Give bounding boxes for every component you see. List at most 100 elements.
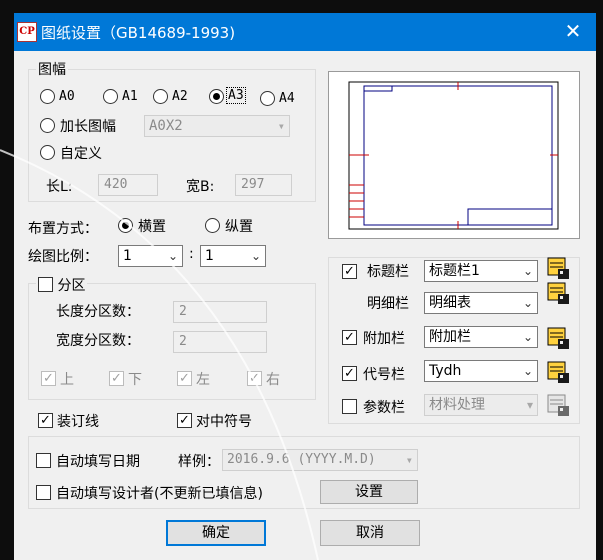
chevron-down-icon: ⌄ [522, 296, 533, 310]
label-custom: 自定义 [60, 146, 102, 162]
radio-landscape[interactable] [118, 218, 133, 233]
title-bar[interactable]: CP 图纸设置（GB14689-1993) ✕ [14, 13, 596, 51]
label-a1: A1 [122, 89, 138, 104]
sheet-preview [328, 71, 580, 239]
scale-left-value: 1 [123, 248, 132, 264]
radio-a0[interactable] [40, 89, 55, 104]
param-block-select[interactable]: 材料处理 ▾ [424, 394, 538, 416]
scale-label: 绘图比例： [28, 249, 98, 265]
title-block-label: 标题栏 [367, 264, 409, 280]
chevron-down-icon: ⌄ [167, 249, 178, 263]
table-edit-icon [547, 327, 569, 349]
zones-label: 分区 [57, 278, 86, 294]
label-a2: A2 [172, 89, 188, 104]
code-block-checkbox[interactable]: ✓ [342, 366, 357, 381]
radio-a4[interactable] [260, 91, 275, 106]
auto-designer-label: 自动填写设计者(不更新已填信息) [56, 486, 263, 502]
app-logo-icon: CP [17, 22, 37, 42]
table-edit-icon [547, 257, 569, 279]
auto-designer-checkbox[interactable] [36, 485, 51, 500]
chevron-down-icon: ⌄ [522, 264, 533, 278]
date-format-select[interactable]: 2016.9.6 (YYYY.M.D) ▾ [222, 449, 418, 471]
preview-title-block [467, 208, 553, 226]
center-mark-label: 对中符号 [196, 414, 252, 430]
zones-legend: 分区 [36, 275, 88, 295]
ok-button[interactable]: 确定 [166, 520, 266, 546]
cancel-button[interactable]: 取消 [320, 520, 420, 546]
table-edit-icon [547, 361, 569, 383]
radio-extended[interactable] [40, 118, 55, 133]
date-format-value: 2016.9.6 (YYYY.M.D) [227, 452, 376, 467]
extended-size-value: A0X2 [149, 118, 183, 134]
close-icon: ✕ [564, 19, 582, 43]
radio-custom[interactable] [40, 145, 55, 160]
detail-block-label: 明细栏 [367, 296, 409, 312]
code-block-value: Tydh [429, 363, 462, 379]
detail-block-value: 明细表 [429, 295, 471, 311]
chevron-down-icon: ▾ [405, 453, 413, 467]
param-block-value: 材料处理 [429, 397, 485, 413]
table-edit-icon [547, 282, 569, 304]
close-button[interactable]: ✕ [550, 13, 596, 51]
zone-bottom-checkbox[interactable]: ✓ [109, 371, 124, 386]
preview-drawing [348, 81, 559, 230]
preview-outer-border [348, 81, 559, 230]
width-label: 宽B: [186, 179, 215, 195]
zones-checkbox[interactable] [38, 277, 53, 292]
radio-a1[interactable] [103, 89, 118, 104]
zone-right-label: 右 [266, 372, 280, 388]
label-a3: A3 [226, 87, 246, 104]
preview-inner-frame [363, 85, 553, 226]
detail-block-edit-button[interactable] [547, 282, 571, 306]
zone-length-input[interactable]: 2 [173, 301, 267, 323]
code-block-edit-button[interactable] [547, 361, 571, 385]
scale-left-select[interactable]: 1 ⌄ [118, 245, 183, 267]
zone-left-checkbox[interactable]: ✓ [177, 371, 192, 386]
layout-label: 布置方式： [28, 221, 98, 237]
param-block-edit-button[interactable] [547, 394, 571, 418]
settings-button[interactable]: 设置 [320, 480, 418, 504]
param-block-checkbox[interactable] [342, 399, 357, 414]
zone-top-checkbox[interactable]: ✓ [41, 371, 56, 386]
length-input[interactable]: 420 [98, 174, 158, 196]
preview-code-block [363, 85, 393, 92]
extended-size-select[interactable]: A0X2 ▾ [144, 115, 290, 137]
table-edit-icon [547, 394, 569, 416]
zone-length-label: 长度分区数： [56, 304, 140, 320]
detail-block-select[interactable]: 明细表 ⌄ [424, 292, 538, 314]
zone-right-checkbox[interactable]: ✓ [247, 371, 262, 386]
zone-width-input[interactable]: 2 [173, 331, 267, 353]
radio-a2[interactable] [153, 89, 168, 104]
title-block-select[interactable]: 标题栏1 ⌄ [424, 260, 538, 282]
extra-block-label: 附加栏 [363, 331, 405, 347]
code-block-select[interactable]: Tydh ⌄ [424, 360, 538, 382]
auto-date-label: 自动填写日期 [56, 454, 140, 470]
radio-portrait[interactable] [205, 218, 220, 233]
window-title: 图纸设置（GB14689-1993) [41, 24, 236, 42]
extra-block-checkbox[interactable]: ✓ [342, 330, 357, 345]
extra-block-edit-button[interactable] [547, 327, 571, 351]
drawing-settings-dialog: CP 图纸设置（GB14689-1993) ✕ 图幅 A0 A1 A2 A3 A… [14, 13, 596, 560]
title-block-checkbox[interactable]: ✓ [342, 264, 357, 279]
sample-label: 样例： [178, 454, 220, 470]
title-block-edit-button[interactable] [547, 257, 571, 281]
zone-top-label: 上 [60, 372, 74, 388]
chevron-down-icon: ▾ [526, 398, 533, 412]
zone-width-label: 宽度分区数： [56, 333, 140, 349]
param-block-label: 参数栏 [363, 400, 405, 416]
auto-date-checkbox[interactable] [36, 453, 51, 468]
code-block-label: 代号栏 [363, 367, 405, 383]
radio-a3[interactable] [209, 89, 224, 104]
label-landscape: 横置 [138, 219, 166, 235]
length-label: 长L: [46, 179, 73, 195]
label-a4: A4 [279, 91, 295, 106]
sheet-size-legend: 图幅 [36, 59, 68, 79]
scale-right-select[interactable]: 1 ⌄ [200, 245, 266, 267]
binding-line-checkbox[interactable]: ✓ [38, 413, 53, 428]
binding-line-label: 装订线 [57, 414, 99, 430]
extra-block-select[interactable]: 附加栏 ⌄ [424, 326, 538, 348]
center-mark-checkbox[interactable]: ✓ [177, 413, 192, 428]
width-input[interactable]: 297 [235, 174, 292, 196]
chevron-down-icon: ⌄ [522, 364, 533, 378]
title-block-value: 标题栏1 [429, 263, 480, 279]
